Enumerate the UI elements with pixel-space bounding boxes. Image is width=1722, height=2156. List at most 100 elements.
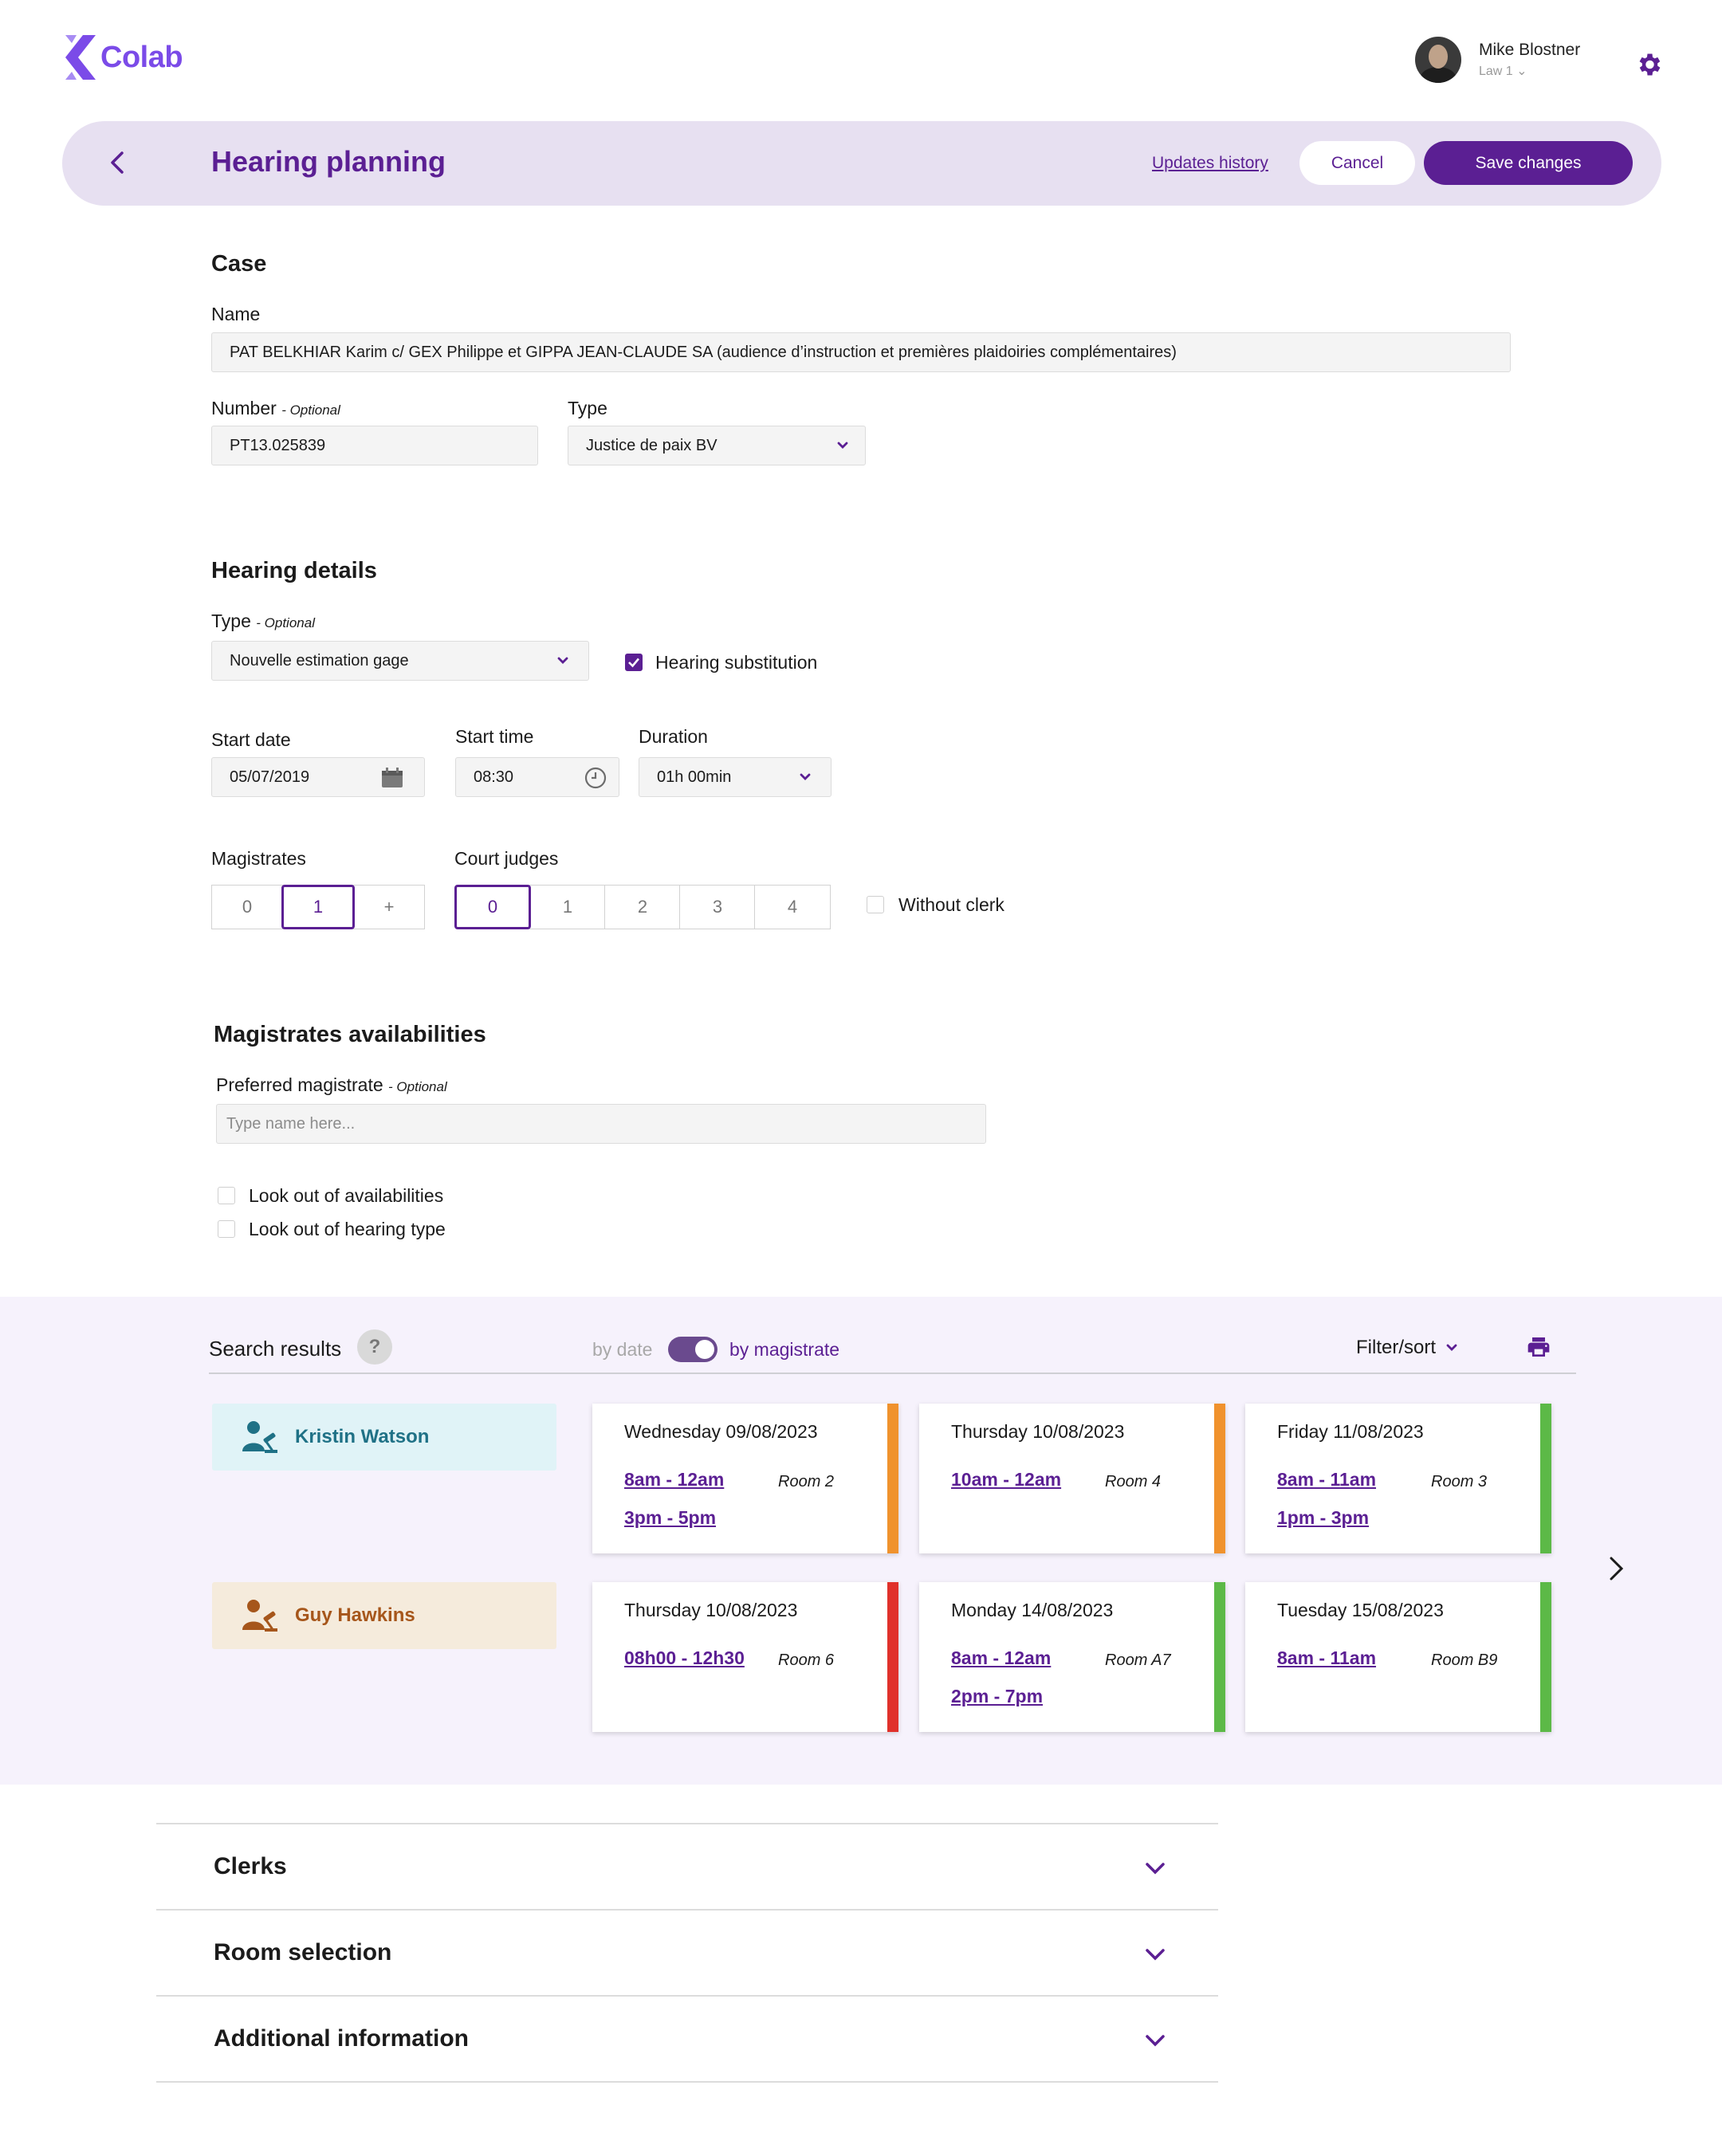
slot-card[interactable]: Friday 11/08/2023 8am - 11am 1pm - 3pm R… xyxy=(1245,1404,1551,1553)
accordion-clerks[interactable]: Clerks xyxy=(156,1823,1218,1909)
status-bar xyxy=(1540,1404,1551,1553)
accordion-divider xyxy=(156,2081,1218,2083)
magistrate-card-kristin-watson[interactable]: Kristin Watson xyxy=(212,1404,556,1471)
look-out-availabilities-checkbox[interactable] xyxy=(218,1187,235,1204)
duration-select[interactable]: 01h 00min xyxy=(639,757,832,797)
save-changes-button[interactable]: Save changes xyxy=(1424,141,1633,185)
filter-sort-label: Filter/sort xyxy=(1356,1337,1437,1358)
slot-time-link[interactable]: 1pm - 3pm xyxy=(1277,1507,1369,1529)
case-name-field[interactable]: PAT BELKHIAR Karim c/ GEX Philippe et GI… xyxy=(211,332,1511,372)
optional-tag: - Optional xyxy=(281,403,340,418)
availabilities-heading: Magistrates availabilities xyxy=(214,1022,486,1047)
slot-time-link[interactable]: 08h00 - 12h30 xyxy=(624,1647,745,1669)
judge-gavel-icon xyxy=(242,1421,277,1453)
court-judges-option-0[interactable]: 0 xyxy=(454,885,531,929)
case-number-label-text: Number xyxy=(211,398,277,418)
hearing-substitution-checkbox[interactable] xyxy=(625,654,643,671)
slot-room: Room 4 xyxy=(1105,1473,1162,1490)
start-date-value: 05/07/2019 xyxy=(230,768,310,786)
case-heading: Case xyxy=(211,251,267,277)
case-type-select[interactable]: Justice de paix BV xyxy=(568,426,866,465)
look-out-hearing-type-checkbox[interactable] xyxy=(218,1220,235,1238)
chevron-right-icon[interactable] xyxy=(1604,1554,1628,1583)
slot-time-link[interactable]: 8am - 11am xyxy=(1277,1469,1376,1490)
magistrate-name: Guy Hawkins xyxy=(295,1604,415,1626)
preferred-magistrate-input[interactable]: Type name here... xyxy=(216,1104,986,1144)
checkmark-icon xyxy=(628,658,639,668)
slot-time-link[interactable]: 3pm - 5pm xyxy=(624,1507,716,1529)
hearing-type-select[interactable]: Nouvelle estimation gage xyxy=(211,641,589,681)
chevron-down-icon xyxy=(800,773,811,780)
clock-icon[interactable] xyxy=(584,766,607,790)
slot-time-link[interactable]: 2pm - 7pm xyxy=(951,1686,1043,1707)
chevron-down-icon xyxy=(1146,1863,1165,1875)
cancel-button[interactable]: Cancel xyxy=(1299,141,1415,185)
avatar xyxy=(1415,37,1461,83)
status-bar xyxy=(1214,1404,1225,1553)
magistrate-card-guy-hawkins[interactable]: Guy Hawkins xyxy=(212,1582,556,1649)
magistrates-option-1[interactable]: 1 xyxy=(281,885,355,929)
slot-card[interactable]: Thursday 10/08/2023 08h00 - 12h30 Room 6 xyxy=(592,1582,898,1732)
without-clerk-label: Without clerk xyxy=(898,894,1005,915)
user-menu[interactable]: Mike Blostner Law 1 ⌄ xyxy=(1415,37,1580,83)
case-name-value: PAT BELKHIAR Karim c/ GEX Philippe et GI… xyxy=(230,343,1177,361)
status-bar xyxy=(1540,1582,1551,1732)
case-type-label: Type xyxy=(568,398,607,418)
preferred-magistrate-placeholder: Type name here... xyxy=(226,1114,356,1133)
back-arrow-icon[interactable] xyxy=(102,147,134,179)
case-number-label: Number - Optional xyxy=(211,398,340,419)
toggle-by-date-label: by date xyxy=(592,1339,653,1360)
slot-card[interactable]: Monday 14/08/2023 8am - 12am 2pm - 7pm R… xyxy=(919,1582,1225,1732)
filter-sort-button[interactable]: Filter/sort xyxy=(1356,1337,1458,1359)
user-name: Mike Blostner xyxy=(1479,41,1581,59)
slot-date: Wednesday 09/08/2023 xyxy=(624,1421,818,1442)
logo-text: Colab xyxy=(100,40,183,74)
court-judges-label: Court judges xyxy=(454,848,559,869)
preferred-magistrate-label: Preferred magistrate - Optional xyxy=(216,1074,447,1096)
start-date-field[interactable]: 05/07/2019 xyxy=(211,757,425,797)
slot-time-link[interactable]: 8am - 12am xyxy=(951,1647,1051,1669)
slot-date: Tuesday 15/08/2023 xyxy=(1277,1600,1444,1620)
toggle-knob xyxy=(695,1340,714,1359)
hearing-substitution-label: Hearing substitution xyxy=(655,652,818,673)
court-judges-option-4[interactable]: 4 xyxy=(754,885,831,929)
look-out-hearing-type-label: Look out of hearing type xyxy=(249,1219,446,1239)
slot-time-link[interactable]: 8am - 11am xyxy=(1277,1647,1376,1669)
court-judges-option-1[interactable]: 1 xyxy=(529,885,606,929)
print-icon[interactable] xyxy=(1526,1334,1551,1360)
chevron-down-icon xyxy=(837,442,848,449)
status-bar xyxy=(887,1582,898,1732)
slot-date: Thursday 10/08/2023 xyxy=(624,1600,798,1620)
slot-card[interactable]: Tuesday 15/08/2023 8am - 11am Room B9 xyxy=(1245,1582,1551,1732)
hearing-type-label: Type - Optional xyxy=(211,611,315,632)
view-toggle[interactable] xyxy=(668,1337,718,1362)
accordion-additional-information[interactable]: Additional information xyxy=(156,1995,1218,2081)
colab-logo[interactable]: Colab xyxy=(62,33,190,81)
accordion-room-selection[interactable]: Room selection xyxy=(156,1909,1218,1995)
hearing-details-heading: Hearing details xyxy=(211,558,377,583)
help-icon[interactable]: ? xyxy=(357,1329,392,1365)
chevron-down-icon xyxy=(557,657,568,664)
look-out-availabilities-label: Look out of availabilities xyxy=(249,1185,444,1206)
slot-card[interactable]: Thursday 10/08/2023 10am - 12am Room 4 xyxy=(919,1404,1225,1553)
court-judges-option-3[interactable]: 3 xyxy=(679,885,756,929)
user-organization: Law 1 ⌄ xyxy=(1479,65,1527,78)
court-judges-option-2[interactable]: 2 xyxy=(604,885,681,929)
start-time-field[interactable]: 08:30 xyxy=(455,757,619,797)
gear-icon[interactable] xyxy=(1634,50,1663,79)
slot-time-link[interactable]: 10am - 12am xyxy=(951,1469,1061,1490)
start-date-label: Start date xyxy=(211,729,291,750)
updates-history-link[interactable]: Updates history xyxy=(1152,154,1268,173)
case-number-value: PT13.025839 xyxy=(230,436,326,454)
hearing-type-value: Nouvelle estimation gage xyxy=(230,651,409,670)
case-number-field[interactable]: PT13.025839 xyxy=(211,426,538,465)
slot-date: Thursday 10/08/2023 xyxy=(951,1421,1125,1442)
slot-date: Friday 11/08/2023 xyxy=(1277,1421,1424,1442)
magistrates-option-plus[interactable]: + xyxy=(353,885,425,929)
magistrates-option-0[interactable]: 0 xyxy=(211,885,283,929)
slot-time-link[interactable]: 8am - 12am xyxy=(624,1469,724,1490)
slot-card[interactable]: Wednesday 09/08/2023 8am - 12am 3pm - 5p… xyxy=(592,1404,898,1553)
judge-gavel-icon xyxy=(242,1600,277,1632)
without-clerk-checkbox[interactable] xyxy=(867,896,884,913)
calendar-icon[interactable] xyxy=(381,768,403,788)
